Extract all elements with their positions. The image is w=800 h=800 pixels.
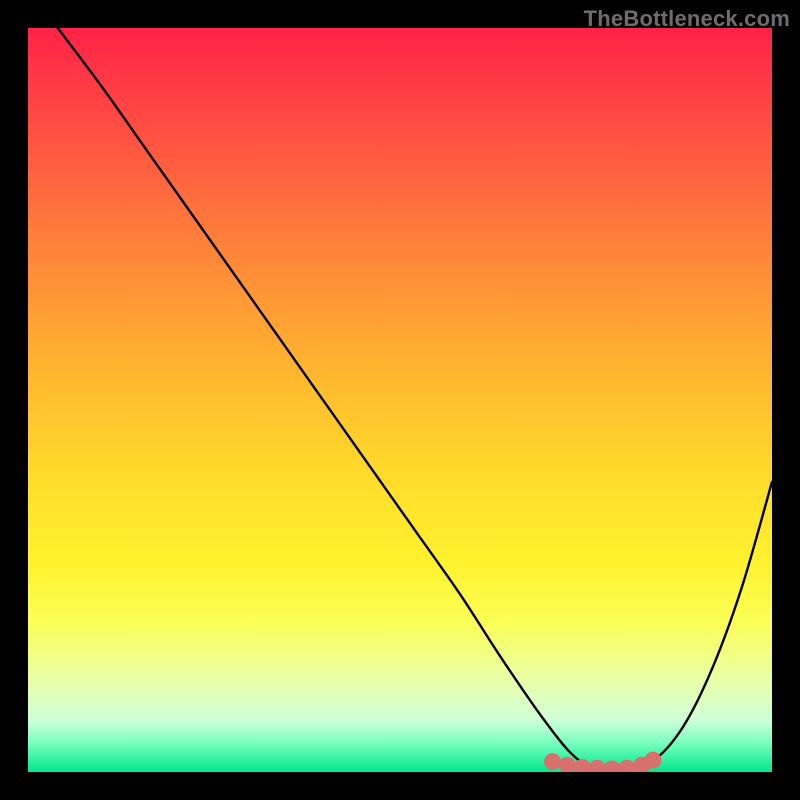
marker-point: [604, 761, 621, 772]
bottleneck-curve: [58, 28, 772, 770]
marker-point: [574, 759, 591, 772]
marker-point: [544, 753, 561, 770]
marker-point: [618, 760, 635, 772]
chart-svg: [28, 28, 772, 772]
marker-point: [589, 760, 606, 772]
optimal-range-markers: [544, 752, 661, 772]
marker-point: [559, 757, 576, 772]
marker-point: [644, 752, 661, 769]
watermark-text: TheBottleneck.com: [584, 6, 790, 32]
chart-container: TheBottleneck.com: [0, 0, 800, 800]
plot-area: [28, 28, 772, 772]
